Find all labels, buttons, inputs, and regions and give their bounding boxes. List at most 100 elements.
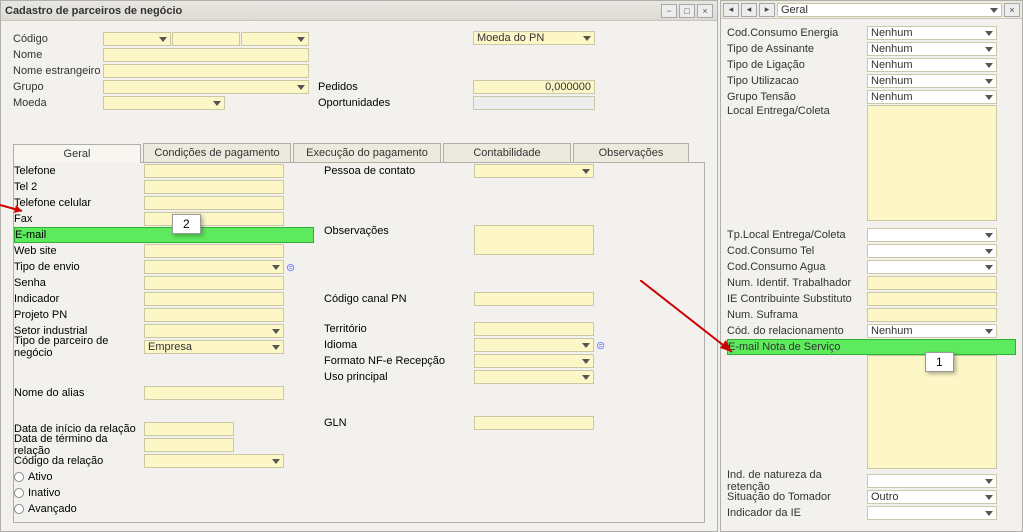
website-input[interactable] [144,244,284,258]
side-codtel-select[interactable] [867,244,997,258]
side-suframa-input[interactable] [867,308,997,322]
tel2-label: Tel 2 [14,181,144,193]
codigo-type-select[interactable] [103,32,171,46]
nav-next-icon[interactable]: ▸ [759,3,775,17]
restore-icon[interactable]: □ [679,4,695,18]
side-numtrab-input[interactable] [867,276,997,290]
side-codagua-select[interactable] [867,260,997,274]
oport-value [473,96,595,110]
telcel-input[interactable] [144,196,284,210]
grupo-label: Grupo [13,81,103,93]
tab-geral[interactable]: Geral [13,144,141,163]
minimize-icon[interactable]: − [661,4,677,18]
tab-execucao[interactable]: Execução do pagamento [293,143,441,162]
setor-select[interactable] [144,324,284,338]
tab-condicoes[interactable]: Condições de pagamento [143,143,291,162]
side-codrel-label: Cód. do relacionamento [727,325,867,337]
side-tensao-select[interactable]: Nenhum [867,90,997,104]
side-codrel-select[interactable]: Nenhum [867,324,997,338]
datafim-input[interactable] [144,438,234,452]
email-label: E-mail [15,229,145,241]
codigo-aux-select[interactable] [241,32,309,46]
telcel-label: Telefone celular [14,197,144,209]
tel-input[interactable] [144,164,284,178]
tipoparc-select[interactable]: Empresa [144,340,284,354]
observ-label: Observações [324,225,474,255]
side-sittom-label: Situação do Tomador [727,491,867,503]
titlebar: Cadastro de parceiros de negócio − □ × [1,1,717,21]
idioma-select[interactable] [474,338,594,352]
tipoenvio-select[interactable] [144,260,284,274]
side-iesub-input[interactable] [867,292,997,306]
fax-input[interactable] [144,212,284,226]
side-tensao-label: Grupo Tensão [727,91,867,103]
side-util-select[interactable]: Nenhum [867,74,997,88]
nome-estr-input[interactable] [103,64,309,78]
info-icon[interactable]: ⊜ [596,339,605,352]
codigo-input[interactable] [172,32,240,46]
side-indnat-select[interactable] [867,474,997,488]
side-numtrab-label: Num. Identif. Trabalhador [727,277,867,289]
uso-select[interactable] [474,370,594,384]
email-input[interactable] [145,228,285,242]
side-indie-label: Indicador da IE [727,507,867,519]
side-sittom-select[interactable]: Outro [867,490,997,504]
side-tplocal-select[interactable] [867,228,997,242]
side-panel: ◂ ◂ ▸ Geral × Cod.Consumo EnergiaNenhum … [720,0,1023,532]
tel2-input[interactable] [144,180,284,194]
formato-select[interactable] [474,354,594,368]
gln-label: GLN [324,417,474,429]
radio-inativo[interactable] [14,488,24,498]
radio-avancado[interactable] [14,504,24,514]
alias-input[interactable] [144,386,284,400]
side-close-icon[interactable]: × [1004,3,1020,17]
formato-label: Formato NF-e Recepção [324,355,474,367]
radio-ativo[interactable] [14,472,24,482]
codrel-select[interactable] [144,454,284,468]
window-title: Cadastro de parceiros de negócio [5,5,182,17]
dataini-input[interactable] [144,422,234,436]
grupo-select[interactable] [103,80,309,94]
territ-input[interactable] [474,322,594,336]
tab-contabilidade[interactable]: Contabilidade [443,143,571,162]
fax-label: Fax [14,213,144,225]
side-indie-select[interactable] [867,506,997,520]
side-energia-select[interactable]: Nenhum [867,26,997,40]
senha-label: Senha [14,277,144,289]
close-icon[interactable]: × [697,4,713,18]
side-emailnfs-label: E-mail Nota de Serviço [728,341,868,353]
website-label: Web site [14,245,144,257]
side-codagua-label: Cod.Consumo Agua [727,261,867,273]
senha-input[interactable] [144,276,284,290]
side-energia-label: Cod.Consumo Energia [727,27,867,39]
side-assin-select[interactable]: Nenhum [867,42,997,56]
tipoparc-label: Tipo de parceiro de negócio [14,335,144,359]
side-assin-label: Tipo de Assinante [727,43,867,55]
pessoa-label: Pessoa de contato [324,165,474,177]
nav-first-icon[interactable]: ◂ [723,3,739,17]
side-combo[interactable]: Geral [777,3,1002,17]
side-body: Cod.Consumo EnergiaNenhum Tipo de Assina… [721,19,1022,527]
side-lig-select[interactable]: Nenhum [867,58,997,72]
gln-input[interactable] [474,416,594,430]
codcanal-input[interactable] [474,292,594,306]
pessoa-select[interactable] [474,164,594,178]
indicador-input[interactable] [144,292,284,306]
side-iesub-label: IE Contribuinte Substituto [727,293,867,305]
moeda-pn-select[interactable]: Moeda do PN [473,31,595,45]
pedidos-label: Pedidos [318,81,473,93]
side-emailnfs-text[interactable] [867,355,997,469]
arrow-to-emailnfs [640,280,740,360]
projeto-input[interactable] [144,308,284,322]
form-body: Código Nome Nome estrangeiro Grupo Moeda… [1,21,717,527]
tab-observacoes[interactable]: Observações [573,143,689,162]
moeda-select[interactable] [103,96,225,110]
tab-geral-content: Telefone Tel 2 Telefone celular Fax E-ma… [13,163,705,523]
pedidos-value: 0,000000 [473,80,595,94]
info-icon[interactable]: ⊜ [286,261,295,274]
projeto-label: Projeto PN [14,309,144,321]
side-local-text[interactable] [867,105,997,221]
observ-input[interactable] [474,225,594,255]
nome-input[interactable] [103,48,309,62]
nav-prev-icon[interactable]: ◂ [741,3,757,17]
